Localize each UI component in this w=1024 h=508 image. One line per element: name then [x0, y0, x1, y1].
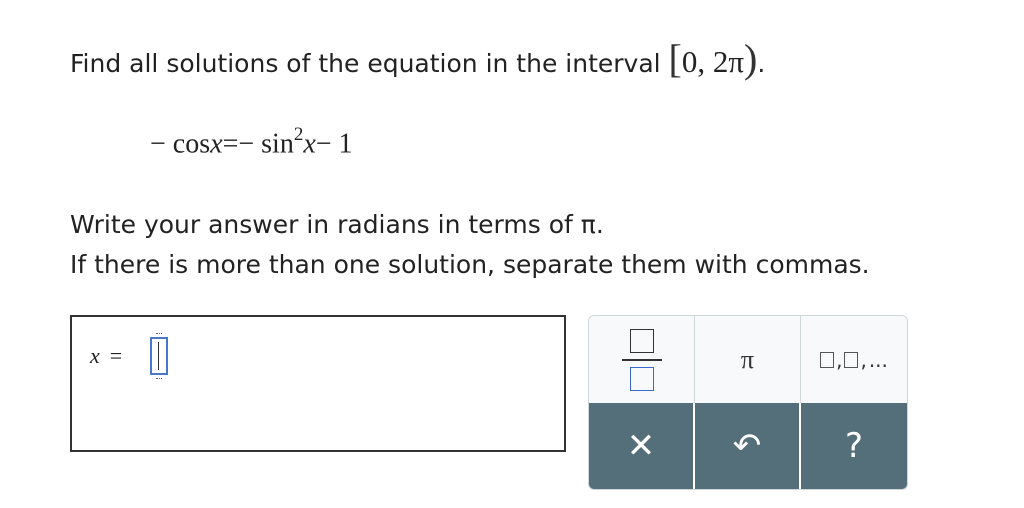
interval-close-bracket: ): [744, 36, 758, 81]
clear-button[interactable]: ✕: [589, 403, 695, 489]
interval-content: 0, 2π: [681, 44, 745, 79]
answer-input-area[interactable]: x =: [70, 315, 566, 452]
equation-rhs: − sin: [238, 128, 294, 160]
math-keypad: π ,,... ✕ ↶ ?: [588, 315, 908, 490]
answer-equals: =: [109, 343, 123, 368]
text-caret: [158, 342, 159, 370]
question-icon: ?: [844, 426, 864, 466]
instruction-commas: If there is more than one solution, sepa…: [70, 250, 870, 279]
fraction-button[interactable]: [589, 316, 695, 403]
answer-entry-slot[interactable]: [150, 333, 168, 379]
equation: − cosx=− sin2x− 1: [150, 124, 353, 160]
close-icon: ✕: [626, 426, 656, 466]
equation-lhs: − cos: [150, 128, 211, 160]
equation-exponent: 2: [293, 124, 304, 145]
pi-label: π: [740, 344, 755, 374]
interval-open-bracket: [: [668, 36, 682, 81]
list-ellipsis: ...: [868, 347, 888, 372]
prompt-text: Find all solutions of the equation in th…: [70, 49, 661, 78]
undo-icon: ↶: [732, 426, 762, 466]
equation-rhs-tail: − 1: [315, 128, 353, 160]
equation-equals: =: [222, 128, 239, 160]
answer-prefix: x =: [90, 343, 128, 369]
undo-button[interactable]: ↶: [695, 403, 801, 489]
question-prompt: Find all solutions of the equation in th…: [70, 39, 766, 80]
equation-rhs-var: x: [303, 128, 316, 160]
list-separator-2: ,: [860, 347, 867, 372]
answer-variable: x: [90, 343, 100, 368]
fraction-icon: [621, 328, 662, 391]
equation-lhs-var: x: [210, 128, 223, 160]
prompt-period: .: [757, 49, 766, 78]
list-button[interactable]: ,,...: [801, 316, 907, 403]
pi-button[interactable]: π: [695, 316, 801, 403]
list-separator-1: ,: [836, 347, 843, 372]
list-icon: ,,...: [820, 348, 888, 372]
instruction-radians: Write your answer in radians in terms of…: [70, 210, 604, 239]
help-button[interactable]: ?: [801, 403, 907, 489]
interval: [0, 2π): [669, 39, 758, 80]
